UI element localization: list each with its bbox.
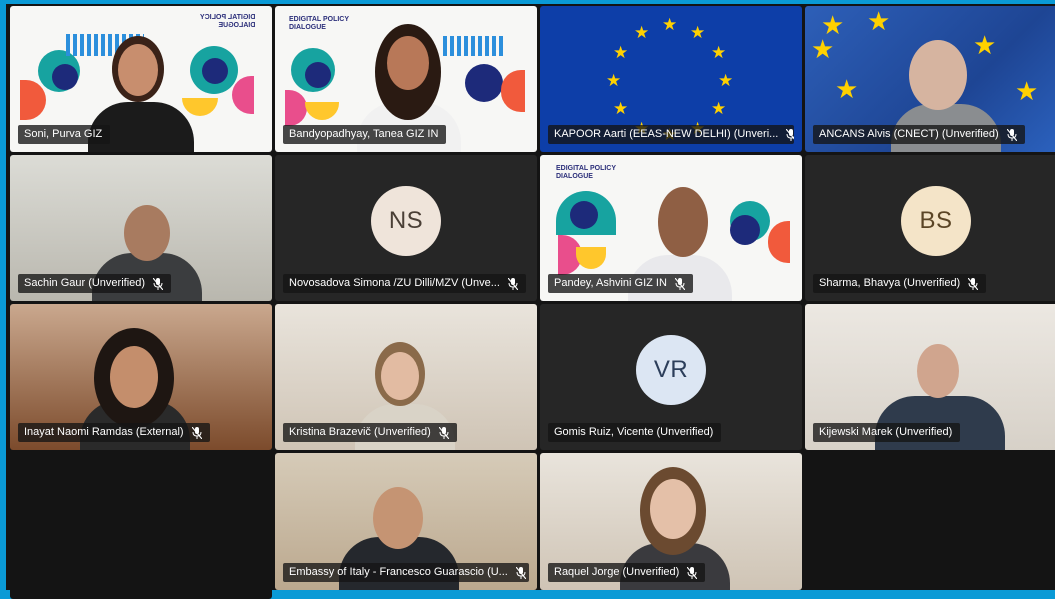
participant-tile-kristina[interactable]: Kristina Brazevič (Unverified) — [275, 304, 537, 450]
mic-muted-icon — [191, 426, 202, 439]
participant-tile-inayat[interactable]: Inayat Naomi Ramdas (External) — [10, 304, 272, 450]
participant-tile-embassy-italy[interactable]: Embassy of Italy - Francesco Guarascio (… — [275, 453, 537, 590]
participant-name-tag: Embassy of Italy - Francesco Guarascio (… — [283, 563, 529, 582]
mic-muted-icon — [687, 566, 698, 579]
participant-avatar: VR — [636, 335, 706, 405]
participant-tile-pandey[interactable]: EDIGITAL POLICY DIALOGUE Pandey, Ashvini … — [540, 155, 802, 301]
participant-name-tag: Gomis Ruiz, Vicente (Unverified) — [548, 423, 722, 442]
participant-tile-kijewski[interactable]: Kijewski Marek (Unverified) — [805, 304, 1055, 450]
mic-muted-icon — [786, 128, 794, 141]
participant-avatar: NS — [371, 186, 441, 256]
participant-tile-bandyopadhyay[interactable]: EDIGITAL POLICY DIALOGUE Bandyopadhyay, T… — [275, 6, 537, 152]
mic-muted-icon — [674, 277, 685, 290]
participant-tile-sachin[interactable]: Sachin Gaur (Unverified) — [10, 155, 272, 301]
participant-name-tag: Kristina Brazevič (Unverified) — [283, 423, 457, 442]
participant-tile-novosadova[interactable]: NS Novosadova Simona /ZU Dilli/MZV (Unve… — [275, 155, 537, 301]
participant-name-tag: Sharma, Bhavya (Unverified) — [813, 274, 987, 293]
participant-tile-raquel[interactable]: Raquel Jorge (Unverified) — [540, 453, 802, 590]
empty-slot — [805, 453, 1055, 590]
participant-name-tag: Bandyopadhyay, Tanea GIZ IN — [283, 125, 447, 144]
participant-avatar: BS — [901, 186, 971, 256]
participant-name-tag: Raquel Jorge (Unverified) — [548, 563, 706, 582]
mic-muted-icon — [515, 566, 526, 579]
mic-muted-icon — [1006, 128, 1017, 141]
mic-muted-icon — [968, 277, 979, 290]
participant-name-tag: ANCANS Alvis (CNECT) (Unverified) — [813, 125, 1025, 144]
participant-name-tag: Novosadova Simona /ZU Dilli/MZV (Unve... — [283, 274, 526, 293]
participant-tile-gomis[interactable]: VR Gomis Ruiz, Vicente (Unverified) — [540, 304, 802, 450]
participant-name-tag: Sachin Gaur (Unverified) — [18, 274, 172, 293]
empty-slot — [10, 453, 272, 599]
dpd-logo: DIGITAL POLICY DIALOGUE — [200, 14, 256, 29]
mic-muted-icon — [153, 277, 164, 290]
mic-muted-icon — [438, 426, 449, 439]
video-grid: DIGITAL POLICY DIALOGUE Soni, Purva GIZ E… — [6, 4, 1055, 599]
participant-tile-kapoor[interactable]: ★ ★ ★ ★ ★ ★ ★ ★ ★ ★ ★ ★ KAPOOR Aarti (EE… — [540, 6, 802, 152]
participant-tile-soni[interactable]: DIGITAL POLICY DIALOGUE Soni, Purva GIZ — [10, 6, 272, 152]
mic-muted-icon — [507, 277, 518, 290]
dpd-logo: EDIGITAL POLICY DIALOGUE — [289, 16, 350, 31]
participant-name-tag: Pandey, Ashvini GIZ IN — [548, 274, 693, 293]
participant-tile-ancans[interactable]: ★ ★ ★ ★ ★ ★ ★ ANCANS Alvis (CNECT) (Unve… — [805, 6, 1055, 152]
participant-name-tag: KAPOOR Aarti (EEAS-NEW DELHI) (Unveri... — [548, 125, 794, 144]
participant-tile-sharma[interactable]: BS Sharma, Bhavya (Unverified) — [805, 155, 1055, 301]
participant-name-tag: Soni, Purva GIZ — [18, 125, 111, 144]
dpd-logo: EDIGITAL POLICY DIALOGUE — [556, 165, 617, 180]
participant-name-tag: Inayat Naomi Ramdas (External) — [18, 423, 210, 442]
participant-name-tag: Kijewski Marek (Unverified) — [813, 423, 961, 442]
